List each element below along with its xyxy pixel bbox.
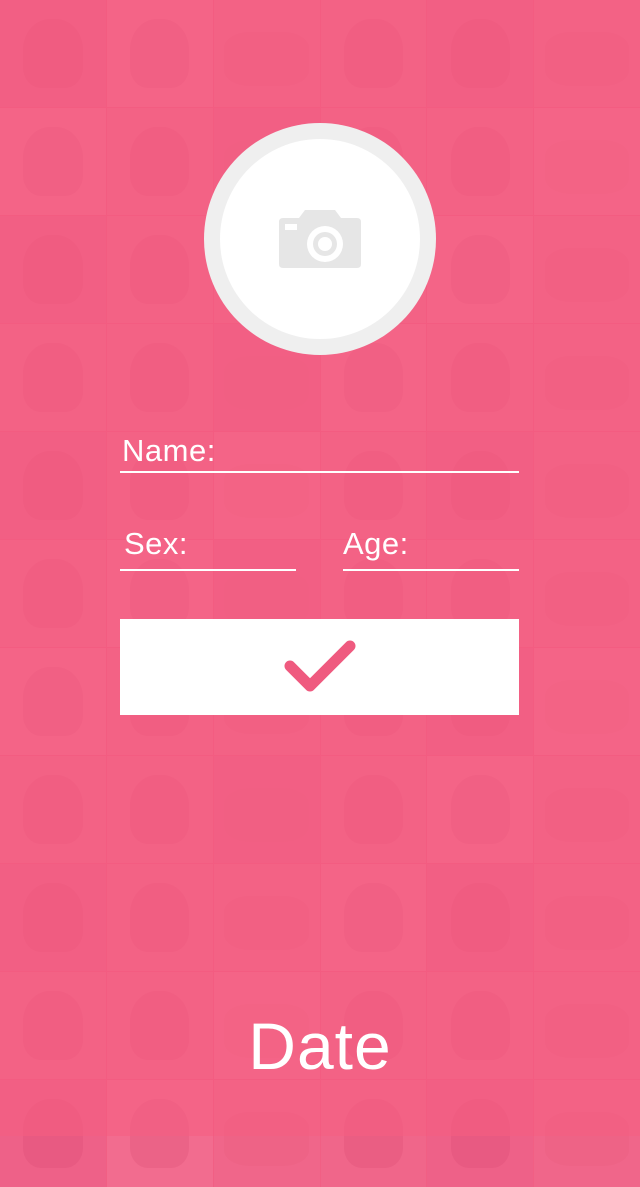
sex-input[interactable] — [120, 569, 296, 571]
sex-label: Sex: — [124, 526, 189, 561]
confirm-button[interactable] — [120, 619, 519, 715]
name-label: Name: — [122, 433, 216, 468]
checkmark-icon — [284, 640, 355, 692]
age-input[interactable] — [343, 569, 519, 571]
avatar-placeholder — [220, 139, 420, 339]
app-logo-text: Date — [248, 1009, 392, 1083]
age-label: Age: — [343, 526, 409, 561]
avatar-upload-button[interactable] — [204, 123, 436, 355]
name-input[interactable] — [120, 471, 519, 473]
camera-icon — [279, 210, 361, 268]
